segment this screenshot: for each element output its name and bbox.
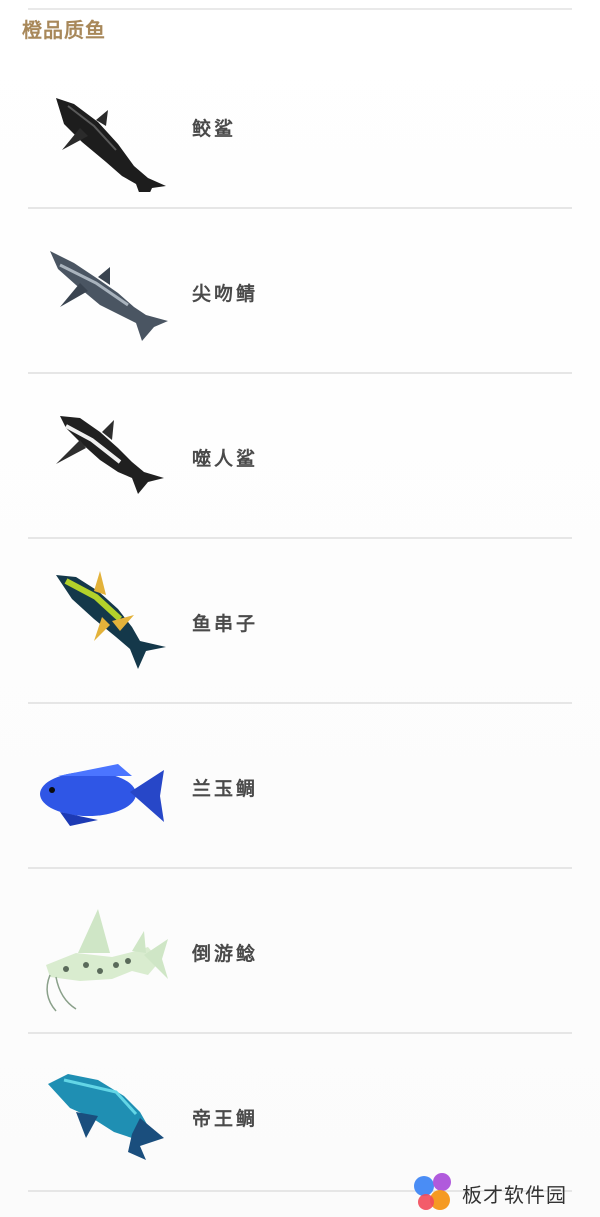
fish-name: 噬人鲨 <box>192 448 259 470</box>
list-item: 尖吻鲭 <box>28 209 572 374</box>
fish-name: 鱼串子 <box>192 613 259 635</box>
spotted-catfish-image <box>46 909 168 1012</box>
section-title: 橙品质鱼 <box>22 18 106 42</box>
brand-logo-icon <box>414 1173 451 1210</box>
fish-name: 帝王鲷 <box>192 1108 259 1130</box>
fish-name: 鲛鲨 <box>192 118 237 140</box>
list-item: 鲛鲨 <box>28 44 572 209</box>
white-shark-image <box>56 416 164 494</box>
dark-shark-image <box>56 98 166 192</box>
watermark-text: 板才软件园 <box>462 1183 567 1207</box>
list-item: 鱼串子 <box>28 539 572 704</box>
fish-list: 鲛鲨 尖吻鲭 噬人鲨 鱼串子 兰玉鲷 倒游鲶 帝王鲷 <box>28 44 572 1192</box>
fish-name: 兰玉鲷 <box>192 778 259 800</box>
list-item: 倒游鲶 <box>28 869 572 1034</box>
tuna-image <box>56 571 166 669</box>
blue-cichlid-image <box>40 764 164 826</box>
list-item: 帝王鲷 <box>28 1034 572 1192</box>
list-item: 兰玉鲷 <box>28 704 572 869</box>
fish-name: 倒游鲶 <box>192 943 259 965</box>
top-divider <box>28 8 572 10</box>
blue-shark-image <box>50 251 168 341</box>
emperor-cichlid-image <box>48 1074 164 1160</box>
list-item: 噬人鲨 <box>28 374 572 539</box>
fish-name: 尖吻鲭 <box>192 283 259 305</box>
page: 橙品质鱼 鲛鲨 尖吻鲭 噬人鲨 鱼串子 兰玉鲷 倒游鲶 帝王鲷 板才软件园 <box>0 0 600 1217</box>
watermark: 板才软件园 <box>412 1170 592 1210</box>
